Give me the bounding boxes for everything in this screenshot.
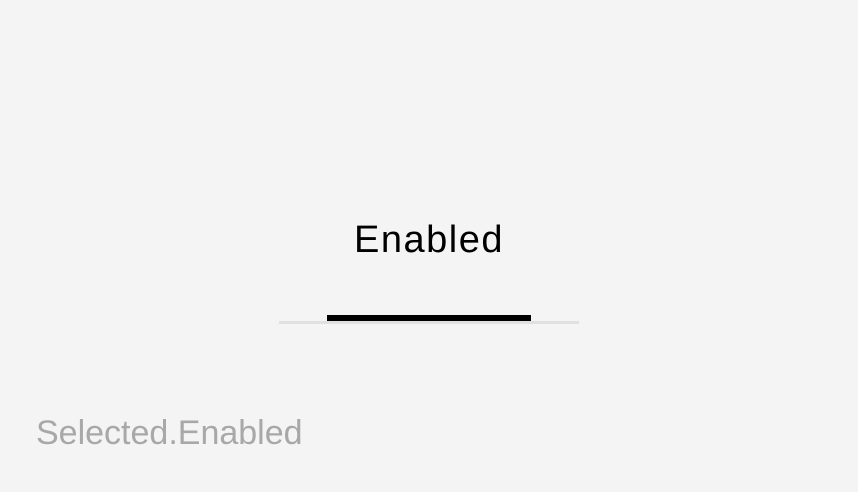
tab-selected-indicator bbox=[327, 315, 531, 321]
tab-enabled[interactable]: Enabled bbox=[279, 205, 579, 325]
tab-label: Enabled bbox=[354, 219, 504, 261]
canvas: Enabled Selected.Enabled bbox=[0, 0, 858, 492]
state-caption: Selected.Enabled bbox=[36, 414, 303, 452]
tab-track-line bbox=[279, 321, 579, 324]
